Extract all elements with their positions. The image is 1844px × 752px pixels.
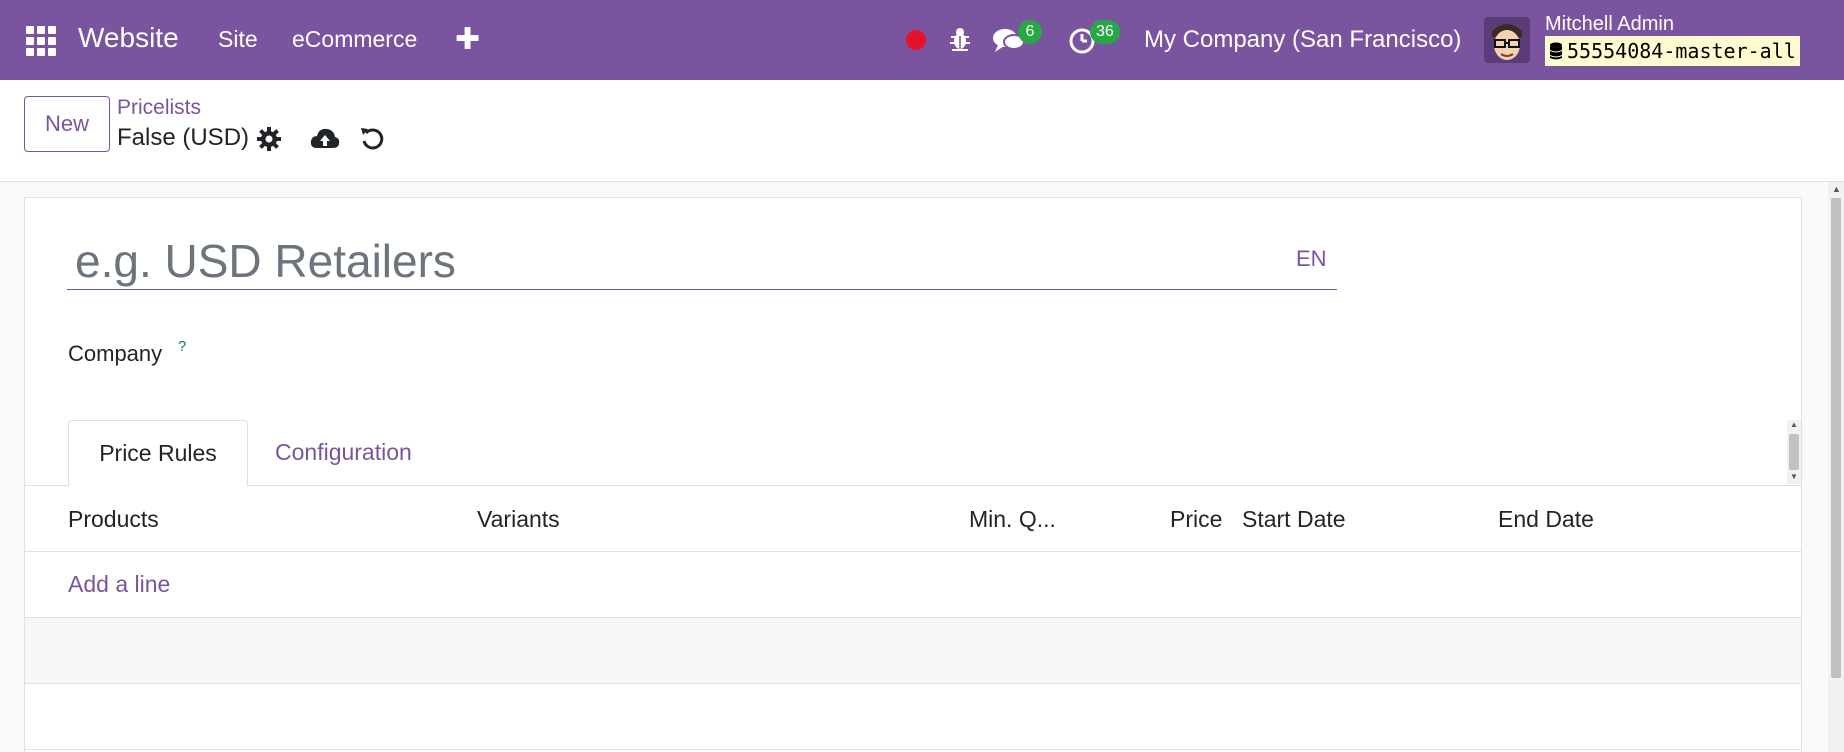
plus-icon[interactable]: ✚ — [455, 22, 480, 57]
tab-configuration[interactable]: Configuration — [275, 420, 412, 486]
help-icon[interactable]: ? — [178, 338, 186, 355]
activities-badge: 36 — [1090, 20, 1120, 44]
language-button[interactable]: EN — [1296, 246, 1327, 272]
record-title: False (USD) — [117, 124, 250, 151]
table-row — [25, 684, 1801, 750]
database-tag: 55554084-master-all — [1545, 36, 1800, 66]
user-name[interactable]: Mitchell Admin — [1545, 13, 1674, 36]
record-dot-icon[interactable] — [906, 30, 926, 50]
avatar[interactable] — [1484, 17, 1530, 63]
column-header-price[interactable]: Price — [1170, 506, 1222, 533]
add-line-link[interactable]: Add a line — [68, 571, 170, 598]
nav-link-site[interactable]: Site — [218, 26, 258, 53]
page-scrollbar[interactable]: ▲ — [1828, 182, 1844, 752]
company-label: Company — [68, 341, 163, 366]
bug-icon[interactable] — [948, 26, 972, 52]
gear-icon[interactable] — [254, 124, 284, 154]
app-brand[interactable]: Website — [78, 22, 179, 54]
column-header-start-date[interactable]: Start Date — [1242, 506, 1346, 533]
apps-menu-icon[interactable] — [26, 26, 58, 56]
discard-icon[interactable] — [358, 124, 388, 154]
column-header-min-quantity[interactable]: Min. Q... — [969, 506, 1056, 533]
column-header-end-date[interactable]: End Date — [1498, 506, 1594, 533]
cloud-upload-icon[interactable] — [309, 124, 341, 154]
messages-badge: 6 — [1018, 20, 1042, 44]
control-panel: New Pricelists False (USD) — [0, 80, 1844, 182]
database-icon — [1550, 42, 1562, 60]
table-row — [25, 618, 1801, 684]
database-name: 55554084-master-all — [1567, 39, 1796, 63]
notebook-tabs: Price Rules Configuration — [25, 420, 1801, 487]
scroll-down-arrow-icon[interactable]: ▼ — [1790, 472, 1798, 481]
form-sheet: EN Company ? Price Rules Configuration ▲… — [24, 197, 1802, 752]
company-switcher[interactable]: My Company (San Francisco) — [1144, 26, 1461, 54]
table-row: Add a line — [25, 552, 1801, 618]
pricelist-name-input[interactable] — [67, 232, 1337, 289]
scroll-up-arrow-icon[interactable]: ▲ — [1790, 420, 1798, 429]
scrollbar-thumb[interactable] — [1831, 198, 1841, 678]
scrollbar-thumb[interactable] — [1789, 434, 1799, 470]
top-navbar: Website Site eCommerce ✚ 6 36 My Company… — [0, 0, 1844, 80]
tabs-scrollbar[interactable]: ▲ ▼ — [1787, 420, 1801, 484]
breadcrumb[interactable]: Pricelists — [117, 96, 201, 120]
tab-price-rules[interactable]: Price Rules — [68, 420, 248, 487]
table-header: Products Variants Min. Q... Price Start … — [25, 486, 1801, 552]
new-button[interactable]: New — [24, 96, 110, 152]
name-field — [67, 232, 1337, 290]
column-header-products[interactable]: Products — [68, 506, 159, 533]
nav-link-ecommerce[interactable]: eCommerce — [292, 26, 417, 53]
column-header-variants[interactable]: Variants — [477, 506, 560, 533]
scroll-up-arrow-icon[interactable]: ▲ — [1832, 184, 1841, 194]
